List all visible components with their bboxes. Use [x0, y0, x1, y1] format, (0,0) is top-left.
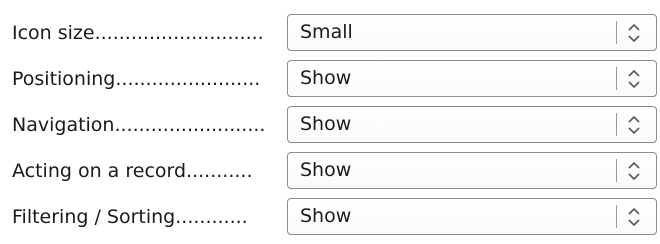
- select-divider: [616, 21, 617, 44]
- up-down-chevron-icon[interactable]: [624, 158, 644, 184]
- icon-size-label: Icon size............................: [12, 22, 264, 44]
- select-divider: [616, 113, 617, 136]
- icon-size-select[interactable]: Small: [287, 14, 657, 51]
- filtering-sorting-value: Show: [300, 205, 352, 227]
- filtering-sorting-row: Filtering / Sorting............ Show: [0, 194, 660, 240]
- acting-on-record-row: Acting on a record........... Show: [0, 148, 660, 194]
- navigation-row: Navigation......................... Show: [0, 102, 660, 148]
- acting-on-record-select[interactable]: Show: [287, 152, 657, 189]
- up-down-chevron-icon[interactable]: [624, 112, 644, 138]
- up-down-chevron-icon[interactable]: [624, 66, 644, 92]
- filtering-sorting-label: Filtering / Sorting............: [12, 206, 248, 228]
- positioning-row: Positioning........................ Show: [0, 56, 660, 102]
- filtering-sorting-select[interactable]: Show: [287, 198, 657, 235]
- up-down-chevron-icon[interactable]: [624, 204, 644, 230]
- icon-size-row: Icon size............................ Sm…: [0, 10, 660, 56]
- positioning-label: Positioning........................: [12, 68, 261, 90]
- toolbar-settings-panel: Icon size............................ Sm…: [0, 0, 660, 244]
- navigation-select[interactable]: Show: [287, 106, 657, 143]
- navigation-value: Show: [300, 113, 352, 135]
- select-divider: [616, 67, 617, 90]
- up-down-chevron-icon[interactable]: [624, 20, 644, 46]
- select-divider: [616, 205, 617, 228]
- select-divider: [616, 159, 617, 182]
- navigation-label: Navigation.........................: [12, 114, 266, 136]
- acting-on-record-value: Show: [300, 159, 352, 181]
- acting-on-record-label: Acting on a record...........: [12, 160, 253, 182]
- positioning-select[interactable]: Show: [287, 60, 657, 97]
- icon-size-value: Small: [300, 21, 353, 43]
- positioning-value: Show: [300, 67, 352, 89]
